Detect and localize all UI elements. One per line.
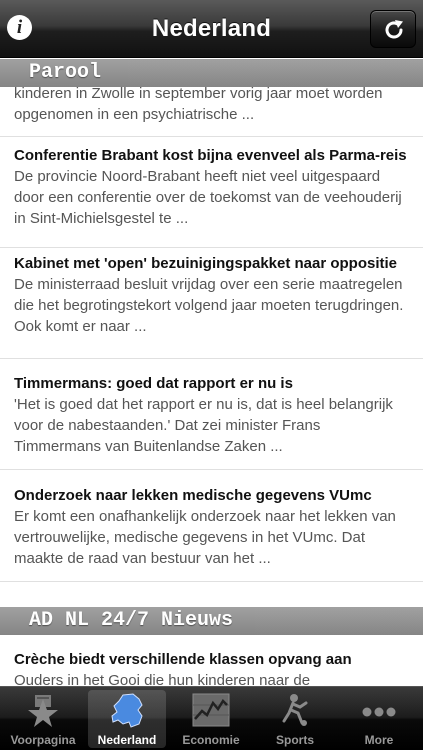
tab-label: Sports [275, 733, 314, 747]
tab-label: Voorpagina [10, 733, 76, 747]
page-title: Nederland [151, 15, 272, 42]
list-item[interactable]: Crèche biedt verschillende klassen opvan… [0, 635, 423, 686]
article-title: Onderzoek naar lekken medische gegevens … [14, 487, 372, 504]
stock-chart-icon [192, 693, 230, 727]
sports-player-icon [282, 694, 308, 726]
article-title: Conferentie Brabant kost bijna evenveel … [14, 147, 407, 164]
tab-economie[interactable]: Economie [172, 690, 250, 748]
article-description: De provincie Noord-Brabant heeft niet ve… [14, 168, 402, 227]
navigation-bar: i Nederland [0, 0, 423, 58]
tab-more[interactable]: More [340, 690, 418, 748]
tab-label: Economie [182, 733, 240, 747]
more-dots-icon [362, 707, 396, 717]
news-list[interactable]: kinderen in Zwolle in september vorig ja… [0, 59, 423, 686]
tab-sports[interactable]: Sports [256, 690, 334, 748]
star-icon [28, 695, 58, 727]
article-title: Kabinet met 'open' bezuinigingspakket na… [14, 255, 398, 272]
refresh-button[interactable] [370, 10, 416, 48]
article-description: Er komt een onafhankelijk onderzoek naar… [14, 508, 396, 567]
list-item[interactable]: Timmermans: goed dat rapport er nu is 'H… [0, 360, 423, 470]
tab-nederland[interactable]: Nederland [88, 690, 166, 748]
article-description: 'Het is goed dat het rapport er nu is, d… [14, 396, 393, 455]
list-item[interactable]: Conferentie Brabant kost bijna evenveel … [0, 138, 423, 248]
list-item[interactable]: Kabinet met 'open' bezuinigingspakket na… [0, 249, 423, 359]
list-item[interactable]: kinderen in Zwolle in september vorig ja… [0, 79, 423, 137]
article-title: Crèche biedt verschillende klassen opvan… [14, 651, 352, 668]
article-description: Ouders in het Gooi die hun kinderen naar… [14, 672, 311, 686]
refresh-icon [385, 20, 403, 39]
article-description: De ministerraad besluit vrijdag over een… [14, 276, 404, 335]
section-header-parool: Parool [0, 59, 423, 87]
section-header-ad-nl: AD NL 24/7 Nieuws [0, 607, 423, 635]
article-description: kinderen in Zwolle in september vorig ja… [14, 85, 383, 123]
list-item[interactable]: Onderzoek naar lekken medische gegevens … [0, 471, 423, 582]
netherlands-map-icon [111, 693, 143, 728]
tab-label: Nederland [97, 733, 157, 747]
tab-label: More [364, 733, 394, 747]
tab-voorpagina[interactable]: Voorpagina [4, 690, 82, 748]
tab-bar: Voorpagina Nederland Economie Sports Mor… [0, 686, 423, 750]
article-title: Timmermans: goed dat rapport er nu is [14, 375, 293, 392]
